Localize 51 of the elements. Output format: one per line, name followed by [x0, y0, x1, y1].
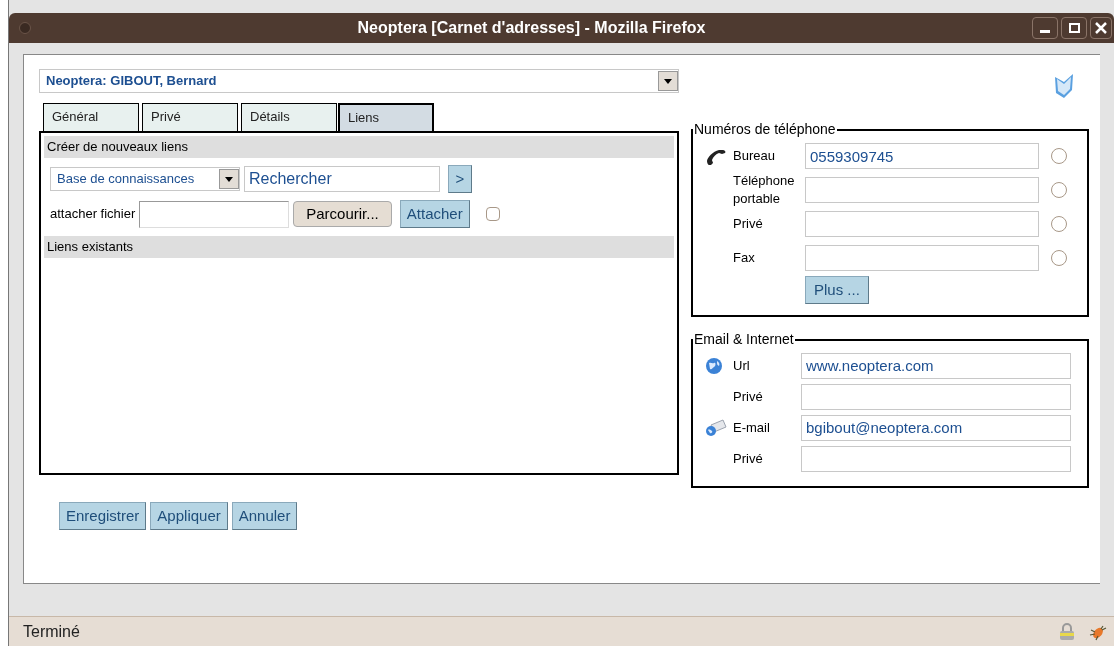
- file-field[interactable]: [139, 200, 290, 228]
- section-heading: Liens existants: [44, 236, 674, 258]
- internet-field[interactable]: [801, 383, 1071, 410]
- field-label: Url: [733, 356, 751, 375]
- phone-icon: [705, 147, 727, 165]
- attach-checkbox[interactable]: [485, 207, 500, 221]
- field-label: Téléphone portable: [733, 172, 796, 208]
- type-select[interactable]: Base de connaissances: [50, 167, 240, 191]
- form-button[interactable]: Annuler: [231, 502, 298, 530]
- attach-label: attacher fichier: [50, 205, 136, 224]
- book-icon: [1053, 73, 1075, 99]
- tab[interactable]: Privé: [142, 103, 238, 131]
- close-button[interactable]: [1090, 17, 1112, 39]
- minimize-button[interactable]: [1032, 17, 1058, 39]
- field-label: Privé: [733, 449, 764, 468]
- globe-icon: [705, 356, 723, 375]
- window-menu-button[interactable]: [19, 22, 31, 34]
- close-icon: [1095, 22, 1107, 34]
- field-label: Privé: [733, 215, 764, 233]
- window-title: Neoptera [Carnet d'adresses] - Mozilla Firefox: [356, 18, 707, 38]
- section-heading: Créer de nouveaux liens: [44, 136, 674, 158]
- field-label: Bureau: [733, 147, 776, 165]
- tab[interactable]: Liens: [338, 103, 434, 131]
- field-label: Fax: [733, 249, 756, 267]
- internet-field[interactable]: [801, 445, 1071, 472]
- attach-button[interactable]: Attacher: [399, 200, 470, 228]
- phone-field[interactable]: [805, 245, 1039, 271]
- padlock-icon: [1058, 622, 1076, 641]
- more-button[interactable]: Plus ...: [805, 276, 869, 304]
- internet-field[interactable]: bgibout@neoptera.com: [801, 414, 1071, 441]
- search-field[interactable]: Rechercher: [244, 166, 440, 192]
- fieldset-legend: Numéros de téléphone: [693, 119, 837, 140]
- internet-field[interactable]: www.neoptera.com: [801, 352, 1071, 379]
- fieldset-legend: Email & Internet: [693, 329, 795, 350]
- contact-select[interactable]: Neoptera: GIBOUT, Bernard: [39, 69, 679, 93]
- go-button[interactable]: >: [448, 165, 472, 193]
- dropdown-caret-icon: [658, 71, 678, 91]
- tab[interactable]: Général: [43, 103, 139, 131]
- form-button[interactable]: Appliquer: [150, 502, 228, 530]
- phone-field[interactable]: [805, 177, 1039, 203]
- browse-button[interactable]: Parcourir...: [293, 201, 392, 227]
- phone-field[interactable]: [805, 211, 1039, 237]
- maximize-button[interactable]: [1061, 17, 1087, 39]
- field-label: E-mail: [733, 418, 771, 437]
- form-button[interactable]: Enregistrer: [59, 502, 147, 530]
- phone-field[interactable]: 0559309745: [805, 143, 1039, 169]
- status-text: Terminé: [23, 621, 81, 642]
- dropdown-caret-icon: [219, 169, 239, 189]
- tab[interactable]: Détails: [241, 103, 337, 131]
- field-label: Privé: [733, 387, 764, 406]
- mail-icon: [705, 418, 727, 437]
